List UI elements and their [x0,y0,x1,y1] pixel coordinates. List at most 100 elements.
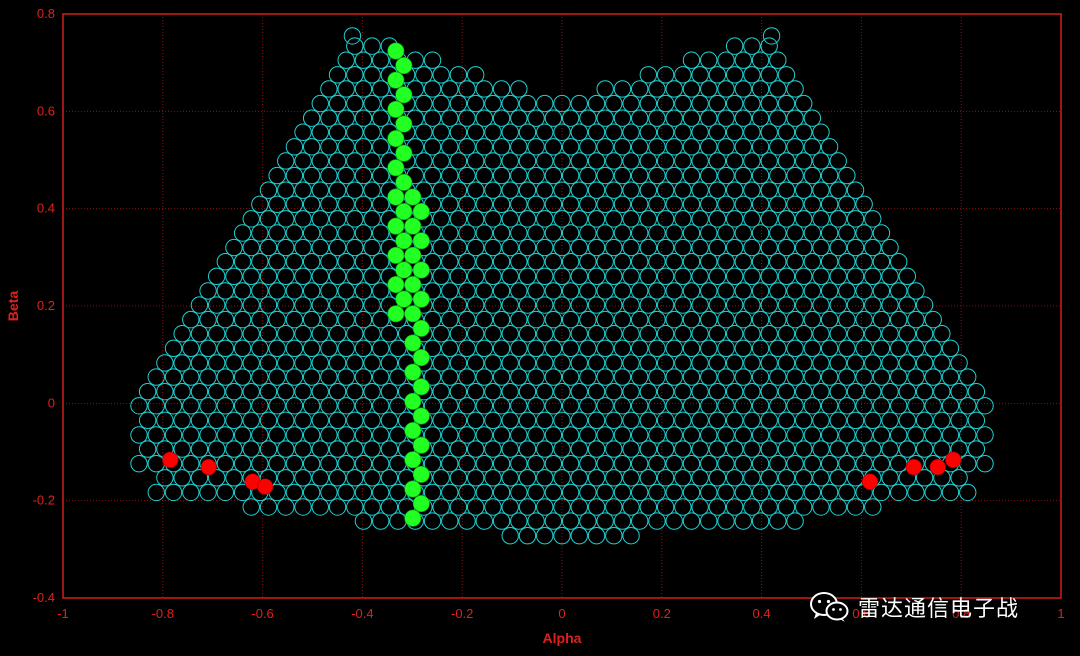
lattice-circle [484,267,502,286]
lattice-circle [579,368,597,386]
lattice-circle [372,138,390,156]
lattice-circle [777,498,796,516]
lattice-circle [518,354,537,372]
green-point [387,130,405,148]
lattice-circle [285,368,304,386]
lattice-circle [700,224,718,242]
lattice-circle [501,181,519,199]
lattice-circle [320,253,338,271]
lattice-circle [466,267,485,286]
lattice-circle [466,354,485,372]
lattice-circle [691,354,709,372]
lattice-circle [449,181,468,199]
lattice-circle [803,109,822,127]
lattice-circle [725,37,744,55]
lattice-circle [864,325,882,343]
lattice-circle [233,426,252,444]
lattice-circle [682,454,701,473]
lattice-circle [561,426,580,444]
lattice-circle [561,368,580,386]
lattice-circle [277,267,295,286]
lattice-circle [173,382,191,401]
lattice-circle [898,267,917,286]
lattice-circle [889,426,908,444]
lattice-circle [829,152,847,170]
lattice-circle [648,282,666,300]
red-point [945,451,962,468]
lattice-circle [743,181,761,199]
lattice-circle [544,166,563,185]
lattice-circle [639,469,658,487]
lattice-circle [708,123,727,141]
lattice-circle [544,426,563,444]
lattice-circle [268,426,286,444]
lattice-circle [449,440,468,458]
lattice-circle [820,426,839,444]
lattice-circle [458,138,476,156]
lattice-circle [786,253,804,271]
lattice-circle [311,411,329,430]
lattice-circle [872,253,891,271]
lattice-circle [976,397,994,415]
lattice-circle [553,238,571,257]
lattice-circle [294,382,312,401]
lattice-circle [717,51,735,69]
lattice-circle [518,325,537,343]
lattice-circle [285,138,304,156]
green-point [395,86,413,104]
lattice-circle [605,411,623,430]
lattice-circle [656,354,675,372]
lattice-circle [717,138,735,156]
lattice-circle [725,210,744,228]
lattice-circle [389,368,407,386]
lattice-circle [441,224,459,242]
lattice-circle [432,94,450,113]
lattice-circle [656,123,675,141]
lattice-circle [527,512,545,530]
lattice-circle [510,253,528,271]
lattice-circle [320,80,338,98]
lattice-circle [605,440,623,458]
lattice-circle [449,325,468,343]
lattice-circle [725,296,744,314]
lattice-circle [372,310,390,329]
lattice-circle [363,440,381,458]
lattice-circle [630,80,649,98]
lattice-circle [743,123,761,141]
lattice-circle [864,354,882,372]
lattice-circle [251,368,269,386]
lattice-circle [630,483,649,502]
lattice-circle [769,138,787,156]
lattice-circle [570,267,588,286]
lattice-circle [389,339,407,358]
lattice-circle [613,109,632,127]
lattice-circle [544,109,563,127]
lattice-circle [544,339,563,358]
lattice-circle [182,454,200,473]
lattice-circle [639,66,658,84]
lattice-circle [156,354,174,372]
lattice-circle [674,152,692,170]
lattice-circle [484,325,502,343]
lattice-circle [544,224,563,242]
green-point [412,290,430,308]
lattice-circle [199,483,217,502]
lattice-circle [665,224,683,242]
lattice-circle [717,483,735,502]
lattice-circle [777,210,796,228]
lattice-circle [251,224,269,242]
green-point [404,334,422,352]
lattice-circle [466,469,485,487]
lattice-circle [199,397,217,415]
lattice-circle [466,382,485,401]
lattice-circle [346,267,364,286]
lattice-circle [277,181,295,199]
lattice-circle [484,238,502,257]
lattice-circle [622,440,640,458]
lattice-circle [510,310,528,329]
lattice-circle [190,411,209,430]
lattice-circle [251,426,269,444]
lattice-circle [725,354,744,372]
lattice-circle [561,512,580,530]
lattice-circle [622,325,640,343]
